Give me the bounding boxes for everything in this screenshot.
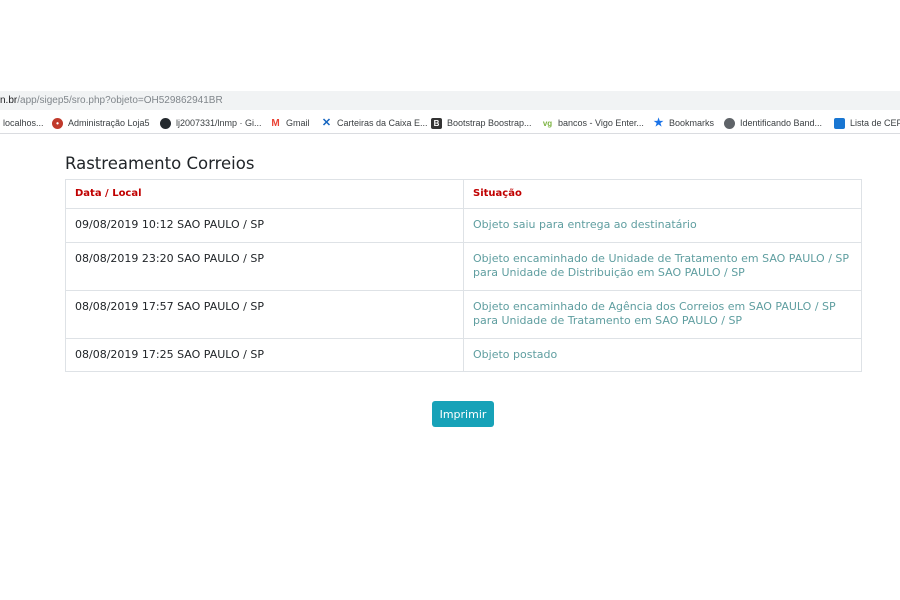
row-local: 08/08/2019 23:20 SAO PAULO / SP [65,241,464,291]
header-data-local: Data / Local [65,179,464,209]
cep-icon [834,117,845,129]
table-row: 09/08/2019 10:12 SAO PAULO / SP Objeto s… [65,208,862,243]
bookmark-bookmarks[interactable]: ★ Bookmarks [653,113,714,133]
address-bar[interactable]: n.br/app/sigep5/sro.php?objeto=OH5298629… [0,91,900,110]
bookmark-vigo[interactable]: vg bancos - Vigo Enter... [542,113,644,133]
table-row: 08/08/2019 17:25 SAO PAULO / SP Objeto p… [65,337,862,372]
bookmark-github[interactable]: lj2007331/lnmp · Gi... [160,113,262,133]
bookmark-label: Lista de CEP [850,118,900,128]
bootstrap-icon: B [431,117,442,129]
github-icon [160,117,171,129]
store-icon: • [52,117,63,129]
table-row: 08/08/2019 17:57 SAO PAULO / SP Objeto e… [65,289,862,339]
vigo-icon: vg [542,118,553,128]
star-icon: ★ [653,116,664,129]
bookmark-caixa[interactable]: ✕ Carteiras da Caixa E... [321,113,428,133]
header-situacao: Situação [463,179,862,209]
row-situacao: Objeto saiu para entrega ao destinatário [463,208,862,243]
row-situacao: Objeto postado [463,337,862,372]
bookmark-label: Administração Loja5 [68,118,150,128]
table-row: 08/08/2019 23:20 SAO PAULO / SP Objeto e… [65,241,862,291]
bookmark-label: bancos - Vigo Enter... [558,118,644,128]
bookmark-label: Bootstrap Boostrap... [447,118,532,128]
bookmark-loja5[interactable]: • Administração Loja5 [52,113,150,133]
caixa-icon: ✕ [321,116,332,129]
row-situacao: Objeto encaminhado de Unidade de Tratame… [463,241,862,291]
row-local: 09/08/2019 10:12 SAO PAULO / SP [65,208,464,243]
table-header-row: Data / Local Situação [65,179,862,209]
bookmark-identificando[interactable]: Identificando Band... [724,113,822,133]
url-host: n.br [0,95,18,106]
browser-chrome: n.br/app/sigep5/sro.php?objeto=OH5298629… [0,91,900,135]
bookmark-bootstrap[interactable]: B Bootstrap Boostrap... [431,113,532,133]
bookmark-label: Identificando Band... [740,118,823,128]
tracking-panel: Rastreamento Correios Data / Local Situa… [65,152,862,372]
bookmark-lista-cep[interactable]: Lista de CEP [834,113,900,133]
row-local: 08/08/2019 17:25 SAO PAULO / SP [65,337,464,372]
url-path: /app/sigep5/sro.php?objeto=OH529862941BR [17,95,223,106]
globe-icon [724,117,735,129]
row-situacao: Objeto encaminhado de Agência dos Correi… [463,289,862,339]
gmail-icon: M [271,117,280,129]
bookmark-gmail[interactable]: M Gmail [270,113,310,133]
bookmark-label: localhos... [3,118,44,128]
bookmark-label: Gmail [286,118,310,128]
row-local: 08/08/2019 17:57 SAO PAULO / SP [65,289,464,339]
bookmark-label: Bookmarks [669,118,715,128]
bookmark-localhost[interactable]: localhos... [0,113,44,133]
bookmark-label: Carteiras da Caixa E... [337,118,428,128]
print-button[interactable]: Imprimir [432,401,494,427]
bookmarks-bar: localhos... • Administração Loja5 lj2007… [0,113,900,134]
tracking-table: Data / Local Situação 09/08/2019 10:12 S… [65,179,862,372]
page-title: Rastreamento Correios [65,154,255,173]
bookmark-label: lj2007331/lnmp · Gi... [176,118,262,128]
